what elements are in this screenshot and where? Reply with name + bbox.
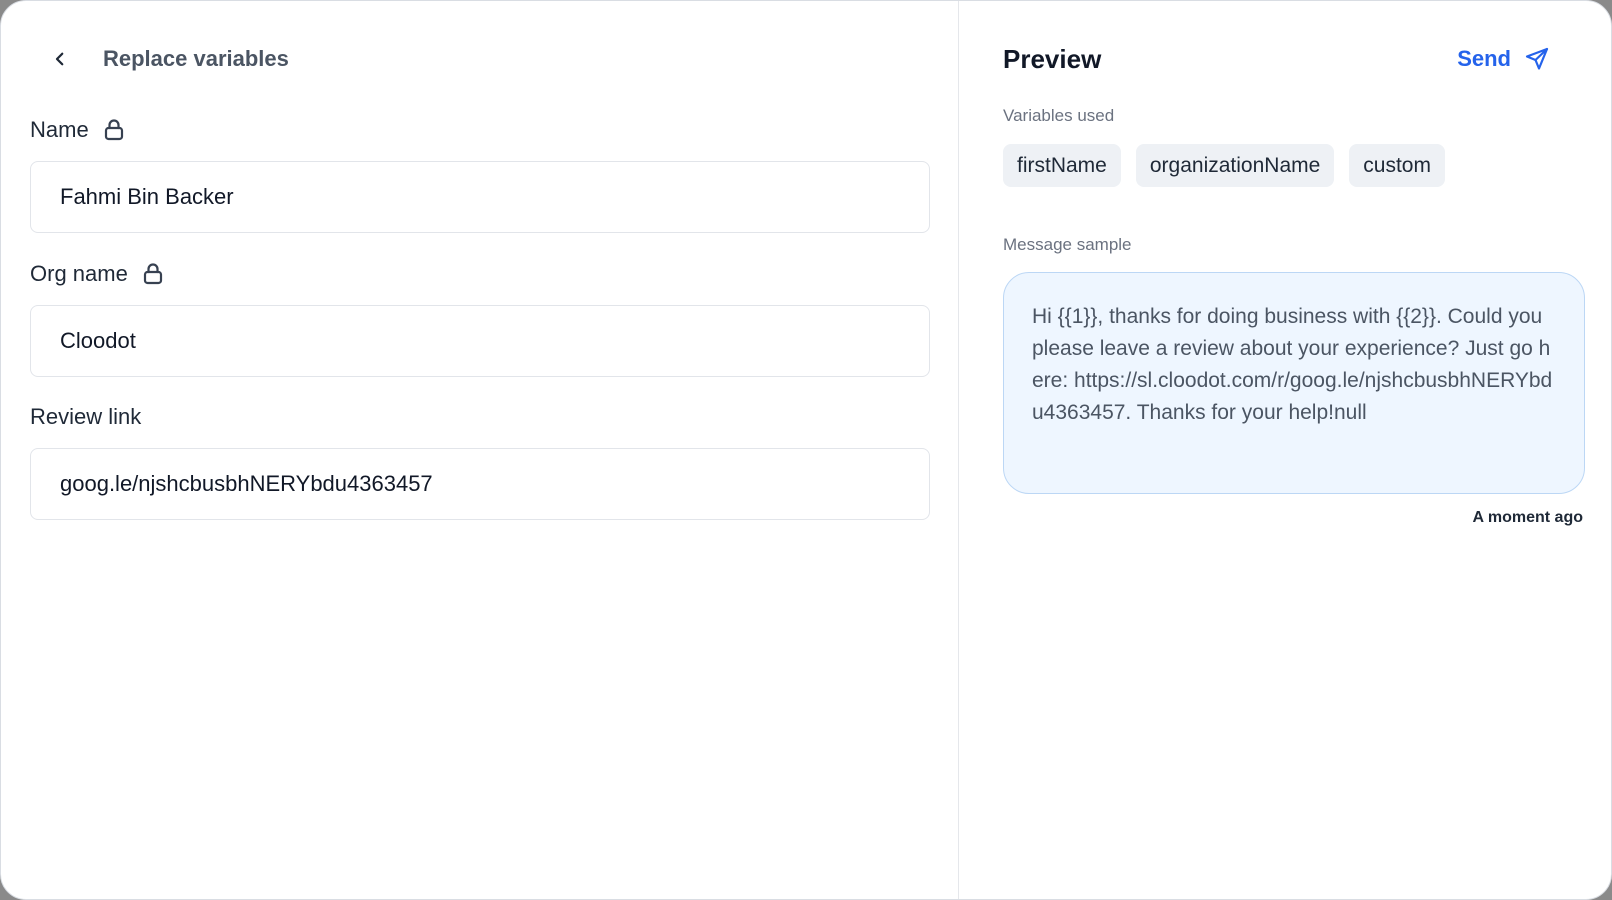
message-timestamp: A moment ago [1472, 509, 1583, 526]
lock-icon [103, 118, 125, 142]
page-title: Replace variables [103, 46, 289, 71]
review-link-input[interactable] [30, 448, 930, 520]
org-name-field-group: Org name [30, 258, 930, 377]
name-field-group: Name [30, 114, 930, 233]
variable-chip: custom [1349, 144, 1445, 187]
name-input[interactable] [30, 161, 930, 233]
message-sample-label: Message sample [1003, 235, 1132, 254]
variable-chip: firstName [1003, 144, 1121, 187]
variables-form-pane: Replace variables Name Org name Revi [1, 1, 959, 899]
variables-chip-list: firstName organizationName custom [1003, 144, 1445, 187]
paper-plane-icon [1525, 47, 1549, 70]
preview-pane: Preview Send Variables used firstName or… [959, 1, 1611, 899]
org-name-label: Org name [30, 261, 128, 286]
replace-variables-dialog: Replace variables Name Org name Revi [0, 0, 1612, 900]
review-link-label: Review link [30, 404, 142, 429]
send-label: Send [1457, 46, 1511, 71]
back-button[interactable] [46, 45, 74, 73]
lock-icon [142, 262, 164, 286]
form-header: Replace variables [46, 41, 289, 77]
chevron-left-icon [55, 52, 64, 66]
preview-header: Preview Send [1003, 41, 1577, 77]
send-button[interactable]: Send [1457, 46, 1549, 72]
name-label: Name [30, 117, 89, 142]
preview-title: Preview [1003, 43, 1102, 74]
org-name-label-row: Org name [30, 258, 930, 290]
message-bubble: Hi {{1}}, thanks for doing business with… [1003, 272, 1585, 494]
org-name-input[interactable] [30, 305, 930, 377]
review-link-field-group: Review link [30, 401, 930, 520]
review-link-label-row: Review link [30, 401, 930, 433]
variables-used-label: Variables used [1003, 106, 1115, 125]
name-label-row: Name [30, 114, 930, 146]
variable-chip: organizationName [1135, 144, 1335, 187]
